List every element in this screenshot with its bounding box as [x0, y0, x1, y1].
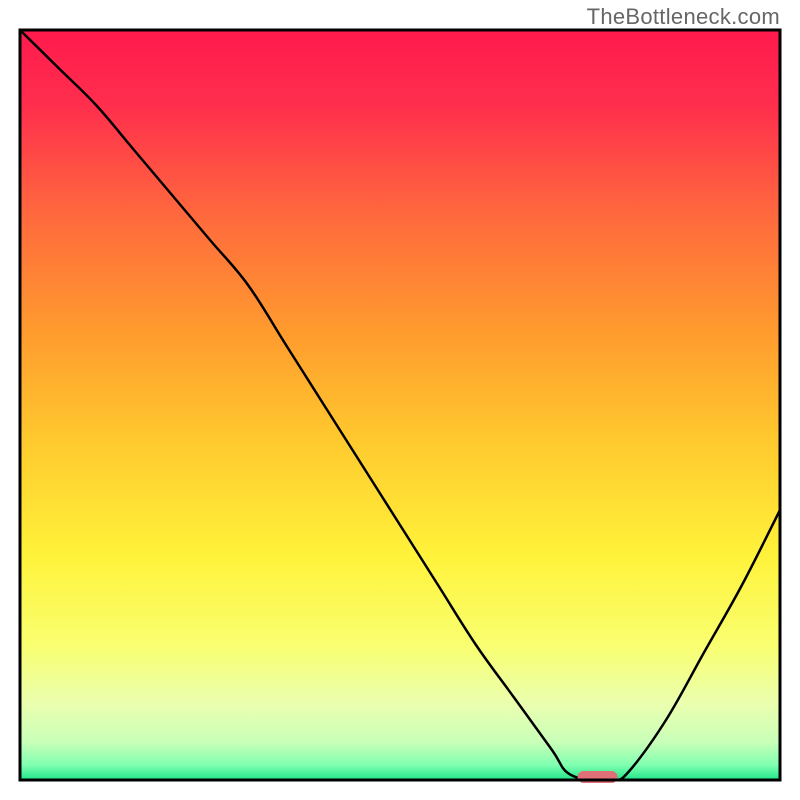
bottleneck-chart: [0, 0, 800, 800]
gradient-background: [20, 30, 780, 780]
chart-container: TheBottleneck.com: [0, 0, 800, 800]
watermark-text: TheBottleneck.com: [587, 4, 780, 30]
